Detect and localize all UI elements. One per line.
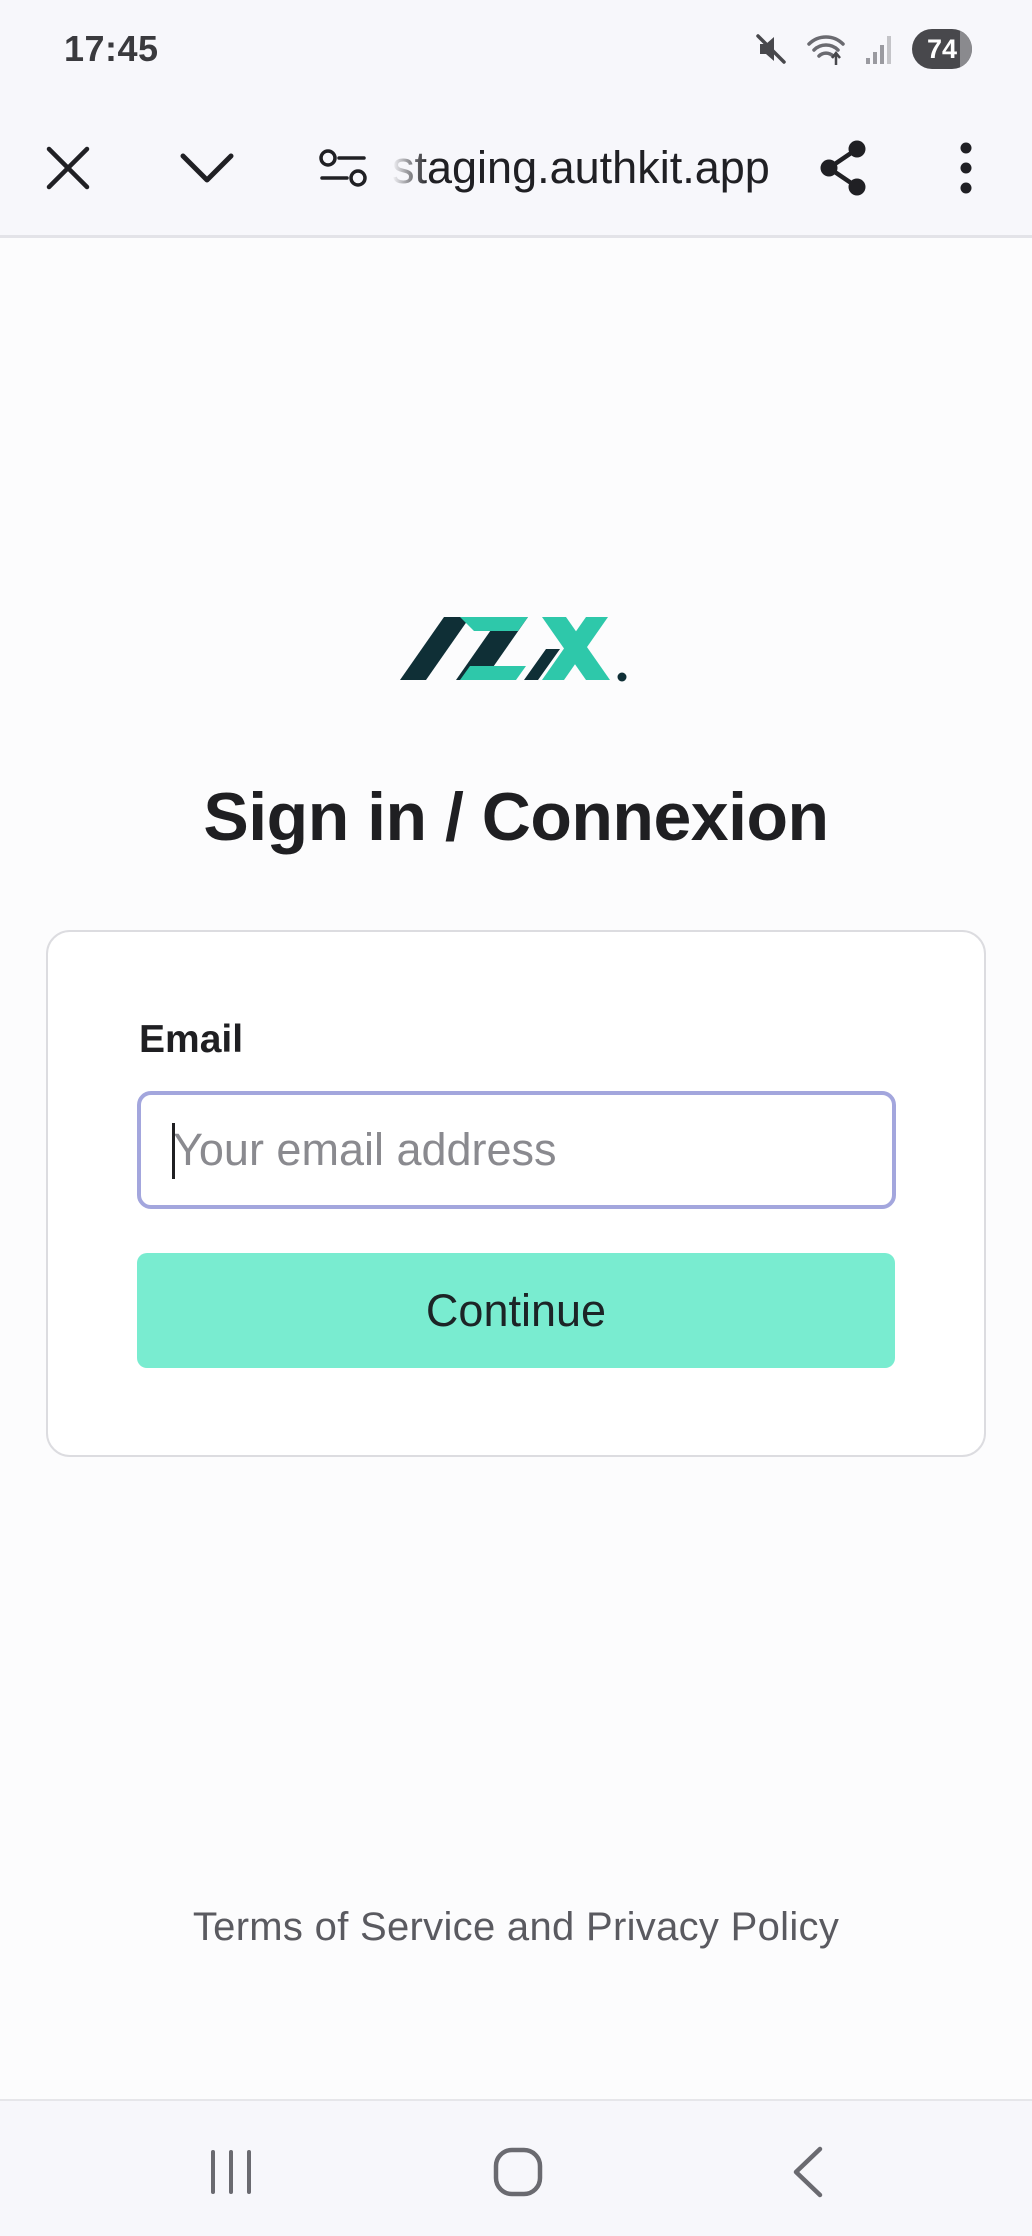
footer-conjunction: and bbox=[506, 1905, 575, 1949]
privacy-link[interactable]: Privacy Policy bbox=[586, 1905, 839, 1949]
more-vert-icon bbox=[960, 142, 972, 194]
continue-button[interactable]: Continue bbox=[137, 1253, 895, 1368]
recents-button[interactable] bbox=[186, 2127, 276, 2217]
home-icon bbox=[493, 2147, 543, 2197]
page-title: Sign in / Connexion bbox=[203, 779, 829, 855]
battery-level: 74 bbox=[926, 33, 958, 64]
url-text[interactable]: staging.authkit.app bbox=[392, 136, 782, 200]
sign-in-card: Email Continue bbox=[46, 930, 986, 1457]
wifi-icon bbox=[806, 32, 846, 66]
status-icons: 74 bbox=[754, 26, 972, 72]
email-input[interactable] bbox=[137, 1091, 896, 1209]
terms-link[interactable]: Terms of Service bbox=[193, 1905, 496, 1949]
url-fade bbox=[392, 136, 428, 200]
signal-icon bbox=[864, 32, 894, 66]
brand-logo bbox=[400, 617, 627, 682]
more-options-button[interactable] bbox=[926, 128, 1006, 208]
battery-icon: 74 bbox=[912, 29, 972, 69]
share-button[interactable] bbox=[803, 128, 883, 208]
back-button[interactable] bbox=[763, 2127, 853, 2217]
status-bar: 17:45 74 bbox=[0, 0, 1032, 98]
email-label: Email bbox=[139, 1018, 244, 1061]
close-icon bbox=[46, 146, 90, 190]
browser-toolbar: staging.authkit.app bbox=[0, 98, 1032, 238]
text-caret bbox=[172, 1123, 175, 1179]
mute-icon bbox=[754, 32, 788, 66]
close-tab-button[interactable] bbox=[28, 128, 108, 208]
back-icon bbox=[793, 2146, 823, 2198]
status-time: 17:45 bbox=[64, 28, 159, 69]
footer-links: Terms of Service and Privacy Policy bbox=[0, 1905, 1032, 1950]
system-nav-bar bbox=[0, 2099, 1032, 2236]
site-settings-button[interactable] bbox=[303, 128, 383, 208]
minimize-button[interactable] bbox=[167, 128, 247, 208]
recents-icon bbox=[211, 2150, 251, 2194]
site-settings-icon bbox=[319, 149, 367, 187]
chevron-down-icon bbox=[180, 153, 234, 183]
home-button[interactable] bbox=[473, 2127, 563, 2217]
share-icon bbox=[820, 140, 866, 196]
